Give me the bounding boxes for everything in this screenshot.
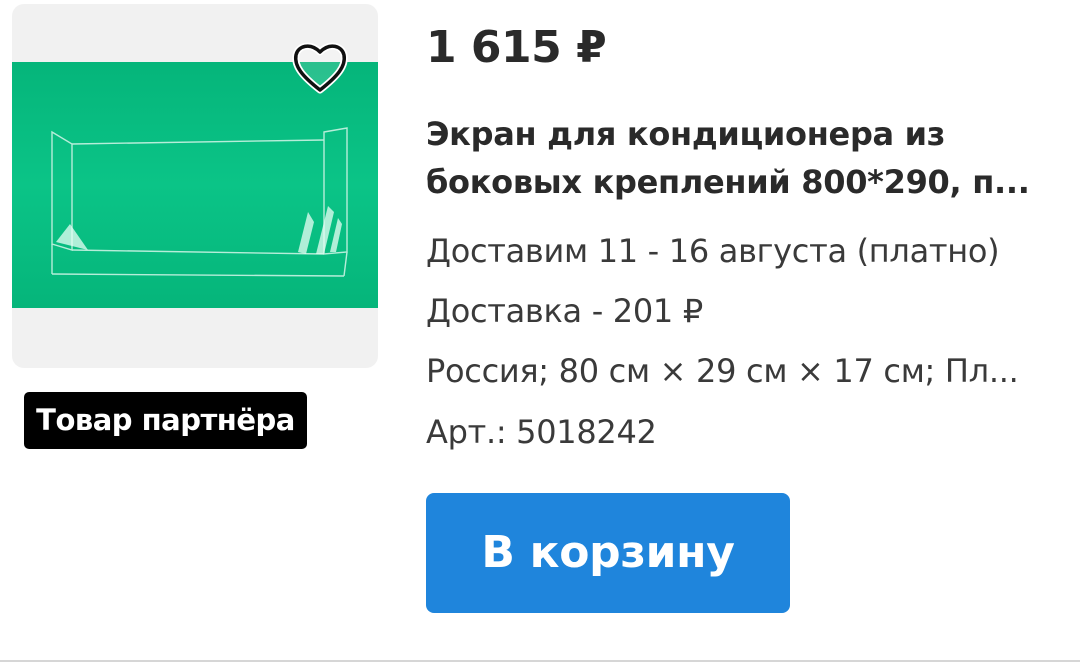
product-title-line-2[interactable]: боковых креплений 800*290, п... — [426, 158, 1046, 206]
favorite-button[interactable] — [290, 38, 350, 96]
product-price: 1 615 ₽ — [426, 22, 607, 73]
product-title[interactable]: Экран для кондиционера из боковых крепле… — [426, 110, 1046, 206]
product-photo[interactable] — [12, 62, 378, 308]
article-number: Арт.: 5018242 — [426, 413, 657, 451]
product-card: Товар партнёра 1 615 ₽ Экран для кондици… — [0, 0, 1080, 665]
divider — [0, 660, 1080, 662]
heart-outline-icon[interactable] — [290, 38, 350, 96]
delivery-price: Доставка - 201 ₽ — [426, 292, 703, 330]
product-specs: Россия; 80 см × 29 см × 17 см; Пл... — [426, 352, 1019, 390]
partner-badge: Товар партнёра — [24, 392, 307, 449]
product-title-line-1[interactable]: Экран для кондиционера из — [426, 110, 1046, 158]
delivery-date: Доставим 11 - 16 августа (платно) — [426, 232, 1000, 270]
add-to-cart-button[interactable]: В корзину — [426, 493, 790, 613]
product-image-container[interactable] — [12, 4, 378, 368]
